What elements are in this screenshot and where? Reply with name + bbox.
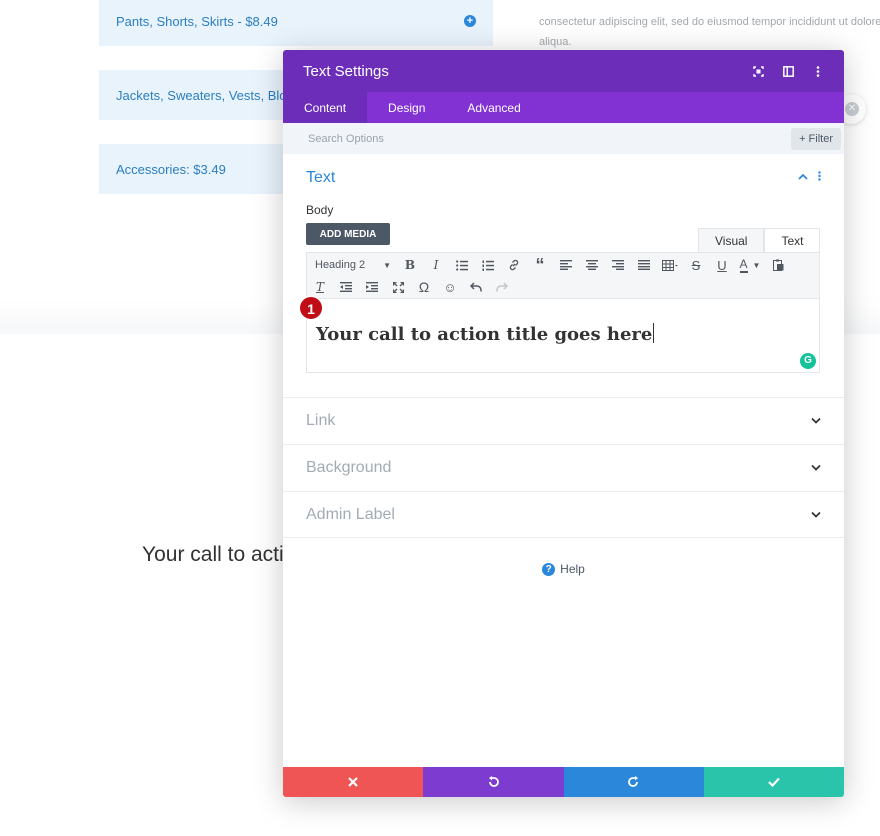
tab-advanced[interactable]: Advanced — [446, 92, 541, 123]
price-item-label: Jackets, Sweaters, Vests, Blou — [116, 87, 294, 103]
editor-content[interactable]: Your call to action title goes here — [316, 323, 655, 345]
text-section-header[interactable]: Text — [283, 154, 844, 200]
step-badge: 1 — [299, 296, 323, 320]
format-select[interactable]: Heading 2 ▼ — [307, 254, 397, 276]
body-label: Body — [306, 203, 334, 217]
align-center-icon[interactable] — [579, 254, 605, 276]
modal-footer — [283, 767, 844, 797]
modal-tabs: Content Design Advanced — [283, 92, 844, 123]
emoji-icon[interactable]: ☺ — [437, 276, 463, 298]
format-select-value: Heading 2 — [315, 259, 366, 271]
background-cta-text: Your call to acti — [142, 543, 284, 566]
bold-icon[interactable]: B — [397, 254, 423, 276]
indent-icon[interactable] — [359, 276, 385, 298]
cancel-button[interactable] — [283, 767, 424, 797]
close-icon: ✕ — [845, 102, 859, 116]
align-left-icon[interactable] — [553, 254, 579, 276]
text-section-title: Text — [306, 169, 336, 186]
add-media-button[interactable]: ADD MEDIA — [306, 223, 390, 245]
undo-icon — [489, 776, 500, 787]
filter-label: Filter — [808, 132, 833, 145]
editor-heading-text: Your call to action title goes here — [316, 324, 653, 345]
text-color-icon[interactable]: A ▼ — [735, 254, 765, 276]
help-label: Help — [560, 562, 585, 576]
visual-tab[interactable]: Visual — [698, 228, 765, 254]
admin-label-section-header[interactable]: Admin Label — [283, 491, 844, 538]
more-vertical-icon[interactable] — [812, 65, 824, 77]
text-settings-modal: Text Settings Content Design Advanced + … — [283, 50, 844, 797]
chevron-down-icon — [811, 511, 821, 518]
tab-design[interactable]: Design — [367, 92, 446, 123]
background-section-title: Background — [306, 459, 392, 476]
focus-icon[interactable] — [752, 65, 764, 77]
numbered-list-icon[interactable] — [475, 254, 501, 276]
justify-icon[interactable] — [631, 254, 657, 276]
link-section-header[interactable]: Link — [283, 397, 844, 444]
lorem-line: aliqua. — [539, 36, 572, 48]
link-icon[interactable] — [501, 254, 527, 276]
close-icon — [348, 777, 358, 787]
text-tab[interactable]: Text — [764, 228, 821, 254]
filter-button[interactable]: + Filter — [791, 127, 841, 150]
blockquote-icon[interactable]: “ — [527, 254, 553, 276]
plus-icon: + — [799, 132, 809, 145]
special-character-icon[interactable]: Ω — [411, 276, 437, 298]
table-icon[interactable] — [657, 254, 683, 276]
lorem-text: consectetur adipiscing elit, sed do eius… — [539, 12, 880, 52]
tab-content[interactable]: Content — [283, 92, 368, 123]
search-options-bar: + Filter — [283, 123, 844, 154]
fullscreen-icon[interactable] — [385, 276, 411, 298]
chevron-down-icon — [811, 464, 821, 471]
caret-down-icon: ▼ — [383, 260, 391, 270]
search-options-input[interactable] — [306, 131, 792, 146]
modal-header: Text Settings — [283, 50, 844, 92]
strikethrough-icon[interactable]: S — [683, 254, 709, 276]
redo-icon[interactable] — [489, 276, 515, 298]
undo-button[interactable] — [423, 767, 564, 797]
text-editor-area[interactable]: Your call to action title goes here G — [306, 299, 820, 373]
split-view-icon[interactable] — [782, 65, 794, 77]
align-right-icon[interactable] — [605, 254, 631, 276]
link-section-title: Link — [306, 412, 336, 429]
text-cursor — [653, 323, 655, 343]
check-icon — [768, 777, 780, 787]
editor-toolbar: Heading 2 ▼ B I “ S U A ▼ T Ω ☺ — [306, 252, 820, 299]
outdent-icon[interactable] — [333, 276, 359, 298]
background-section-header[interactable]: Background — [283, 444, 844, 491]
redo-icon — [627, 776, 638, 787]
section-more-icon[interactable] — [818, 170, 821, 184]
expand-plus-icon[interactable]: + — [464, 15, 476, 27]
help-icon: ? — [542, 562, 556, 576]
price-item-label: Accessories: $3.49 — [116, 161, 226, 177]
lorem-line: consectetur adipiscing elit, sed do eius… — [539, 16, 880, 28]
italic-icon[interactable]: I — [423, 254, 449, 276]
price-item-label: Pants, Shorts, Skirts - $8.49 — [116, 13, 278, 29]
help-link[interactable]: ? Help — [283, 562, 844, 576]
chevron-up-icon[interactable] — [798, 171, 808, 183]
save-button[interactable] — [703, 767, 844, 797]
grammarly-icon[interactable]: G — [800, 353, 816, 369]
undo-icon[interactable] — [463, 276, 489, 298]
redo-button[interactable] — [563, 767, 704, 797]
bullet-list-icon[interactable] — [449, 254, 475, 276]
editor-mode-tabs: Visual Text — [698, 228, 821, 254]
clear-formatting-icon[interactable]: T — [307, 276, 333, 298]
chevron-down-icon — [811, 417, 821, 424]
underline-icon[interactable]: U — [709, 254, 735, 276]
admin-label-section-title: Admin Label — [306, 505, 395, 523]
price-item-pants[interactable]: Pants, Shorts, Skirts - $8.49 + — [99, 0, 493, 46]
modal-title: Text Settings — [303, 62, 389, 80]
paste-icon[interactable] — [765, 254, 791, 276]
